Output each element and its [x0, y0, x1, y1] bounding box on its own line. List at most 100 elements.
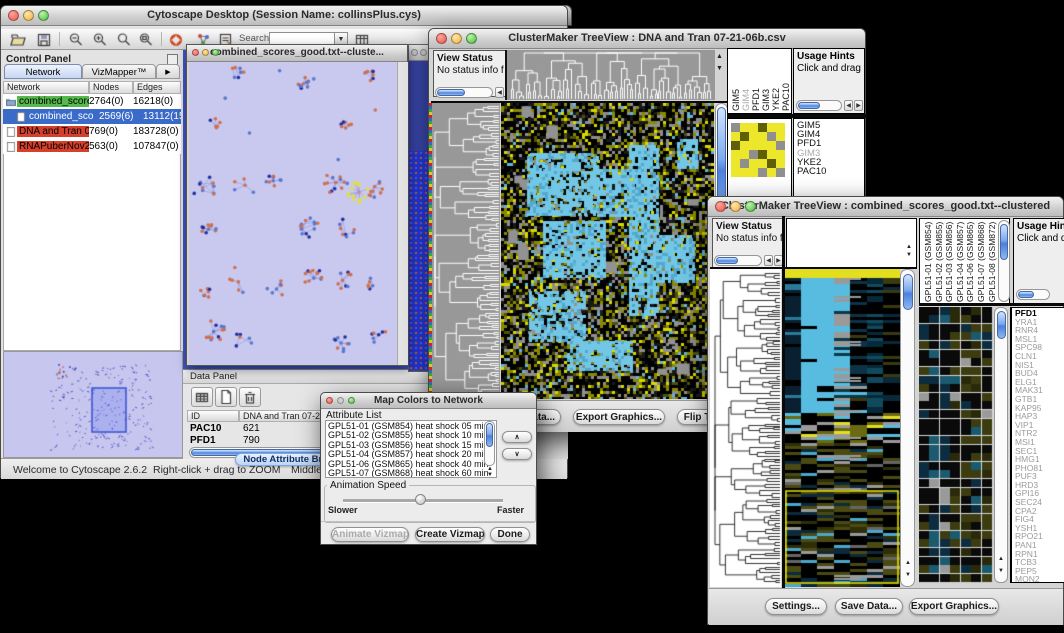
close-button[interactable] — [715, 201, 726, 212]
open-session-button[interactable] — [7, 30, 29, 49]
matrix-cell[interactable] — [758, 132, 767, 141]
dense-network-canvas[interactable] — [409, 151, 429, 369]
network-view-titlebar[interactable]: combined_scores_good.txt--cluste... — [187, 45, 407, 62]
treeview2-collabel-scroll[interactable] — [998, 220, 1010, 302]
scroll-thumb[interactable] — [486, 423, 493, 447]
zoom-out-button[interactable] — [65, 30, 87, 49]
treeview2-column-label[interactable]: GPL51-03 (GSM856) — [944, 220, 954, 302]
scroll-left-arrow[interactable]: ◀ — [495, 87, 504, 98]
scroll-left-arrow[interactable]: ◀ — [764, 255, 773, 266]
create-vizmap-button[interactable]: Create Vizmap — [415, 527, 485, 542]
move-down-button[interactable]: ∨ — [502, 448, 532, 460]
scroll-thumb[interactable] — [997, 311, 1006, 339]
matrix-cell[interactable] — [758, 141, 767, 150]
minimize-button[interactable] — [23, 10, 34, 21]
matrix-cell[interactable] — [758, 159, 767, 168]
column-header-edges[interactable]: Edges — [133, 81, 181, 94]
new-attribute-button[interactable] — [215, 387, 237, 407]
data-row-value[interactable]: 621 — [243, 423, 260, 434]
treeview2-vertical-scroll[interactable]: ▲ ▼ — [900, 269, 915, 587]
treeview1-column-label[interactable]: PFD1 — [751, 51, 761, 111]
birdseye-overview-canvas[interactable] — [3, 351, 183, 458]
matrix-cell[interactable] — [749, 141, 758, 150]
scroll-thumb[interactable] — [1000, 224, 1008, 260]
network-table-row[interactable]: combined_scores2764(0)16218(0) — [3, 94, 181, 109]
network-table-row[interactable]: RNAPuberNov2+!563(0)107847(0) — [3, 139, 181, 154]
scroll-thumb[interactable] — [437, 89, 465, 96]
matrix-cell[interactable] — [758, 150, 767, 159]
treeview1-column-label[interactable]: YKE2 — [771, 51, 781, 111]
settings-button[interactable]: Settings... — [765, 598, 827, 615]
minimize-button[interactable] — [202, 49, 209, 56]
save-session-button[interactable] — [33, 30, 55, 49]
tab-vizmapper[interactable]: VizMapper™ — [82, 64, 156, 79]
data-row-id[interactable]: PFD1 — [190, 435, 216, 446]
matrix-cell[interactable] — [767, 132, 776, 141]
treeview2-zoom-heatmap[interactable] — [919, 307, 993, 583]
minimize-button[interactable] — [730, 201, 741, 212]
close-button[interactable] — [411, 49, 418, 56]
treeview2-column-label[interactable]: GPL51-07 (GSM868) — [976, 220, 986, 302]
data-column-id[interactable]: ID — [187, 410, 239, 422]
treeview1-titlebar[interactable]: ClusterMaker TreeView : DNA and Tran 07-… — [429, 29, 865, 49]
col-scroll-down[interactable]: ▼ — [906, 252, 912, 259]
zoom-button[interactable] — [745, 201, 756, 212]
matrix-cell[interactable] — [767, 123, 776, 132]
matrix-cell[interactable] — [776, 141, 785, 150]
zoom-in-button[interactable] — [89, 30, 111, 49]
export-graphics-button[interactable]: Export Graphics... — [909, 598, 999, 615]
treeview1-column-label[interactable]: GIM5 — [731, 51, 741, 111]
matrix-cell[interactable] — [767, 168, 776, 177]
treeview1-column-label[interactable]: GIM3 — [761, 51, 771, 111]
attribute-grid-button[interactable] — [191, 387, 213, 407]
main-title-bar[interactable]: Cytoscape Desktop (Session Name: collins… — [1, 6, 567, 26]
matrix-cell[interactable] — [776, 132, 785, 141]
dendro-scroll-up-arrow[interactable]: ▲ — [716, 53, 723, 60]
matrix-cell[interactable] — [731, 159, 740, 168]
matrix-cell[interactable] — [740, 123, 749, 132]
treeview2-column-label[interactable]: GPL51-01 (GSM854) — [923, 220, 933, 302]
treeview1-gene-label[interactable]: PAC10 — [797, 167, 861, 176]
close-button[interactable] — [326, 397, 333, 404]
treeview1-column-dendrogram[interactable] — [505, 50, 715, 100]
treeview2-column-label[interactable]: GPL51-04 (GSM857) — [955, 220, 965, 302]
delete-attribute-button[interactable] — [239, 387, 261, 407]
column-header-network[interactable]: Network — [3, 81, 89, 94]
network-graph-canvas[interactable] — [189, 62, 397, 365]
matrix-cell[interactable] — [776, 159, 785, 168]
attribute-list-item[interactable]: GPL51-02 (GSM855) heat shock 10 min — [328, 431, 496, 440]
attribute-list-item[interactable]: GPL51-03 (GSM856) heat shock 15 min — [328, 441, 496, 450]
tab-overflow-arrow[interactable]: ▶ — [156, 64, 180, 79]
help-button[interactable] — [165, 30, 187, 49]
attribute-list-item[interactable]: GPL51-07 (GSM868) heat shock 60 min — [328, 469, 496, 478]
treeview1-summary-matrix[interactable] — [731, 123, 785, 177]
matrix-cell[interactable] — [740, 141, 749, 150]
attribute-list-item[interactable]: GPL51-06 (GSM865) heat shock 40 min — [328, 460, 496, 469]
attribute-list-item[interactable]: GPL51-01 (GSM854) heat shock 05 min — [328, 422, 496, 431]
close-button[interactable] — [192, 49, 199, 56]
matrix-cell[interactable] — [776, 123, 785, 132]
dendro-scroll-down-arrow[interactable]: ▼ — [716, 65, 723, 72]
scroll-thumb[interactable] — [903, 274, 913, 310]
zoom-button[interactable] — [212, 49, 219, 56]
zoom-fit-button[interactable] — [113, 30, 135, 49]
matrix-cell[interactable] — [749, 150, 758, 159]
treeview2-status-scroll-track[interactable] — [714, 255, 762, 266]
close-button[interactable] — [436, 33, 447, 44]
treeview1-column-label[interactable]: PAC10 — [781, 51, 791, 111]
matrix-cell[interactable] — [758, 168, 767, 177]
zoom-button[interactable] — [348, 397, 355, 404]
tab-network[interactable]: Network — [4, 64, 82, 79]
treeview2-column-label[interactable]: GPL51-02 (GSM855) — [934, 220, 944, 302]
matrix-cell[interactable] — [767, 150, 776, 159]
treeview1-column-label[interactable]: GIM4 — [741, 51, 751, 111]
treeview1-row-dendrogram[interactable] — [432, 103, 500, 399]
zoom-button[interactable] — [466, 33, 477, 44]
treeview2-usage-scroll-track[interactable] — [1016, 289, 1050, 300]
scroll-right-arrow[interactable]: ▶ — [854, 100, 863, 111]
matrix-cell[interactable] — [749, 123, 758, 132]
treeview2-column-dendrogram-area[interactable] — [786, 218, 917, 268]
animation-slider-knob[interactable] — [415, 494, 426, 505]
matrix-cell[interactable] — [740, 159, 749, 168]
scroll-up-arrow[interactable]: ▲ — [998, 556, 1004, 563]
